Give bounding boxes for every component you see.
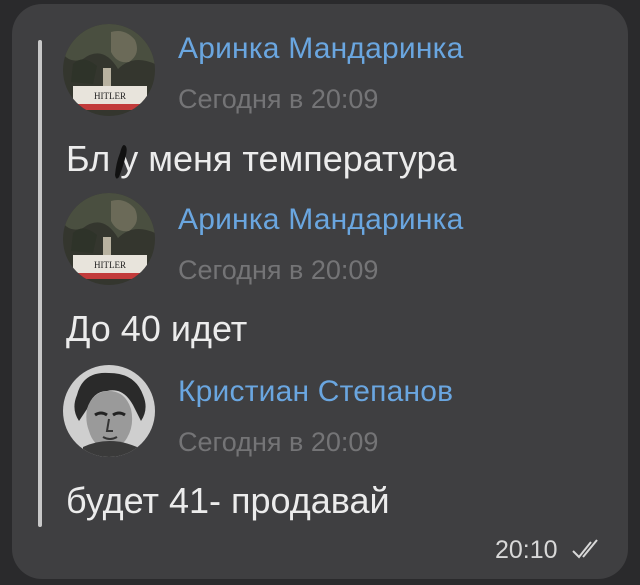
author-name[interactable]: Аринка Мандаринка [178,203,463,237]
avatar-sign-text: HITLER [94,260,126,270]
message-text: будет 41- продавай [66,480,390,521]
scribble-mark [115,145,127,179]
author-name[interactable]: Аринка Мандаринка [178,32,463,66]
message-timestamp: Сегодня в 20:09 [178,427,379,457]
sent-time: 20:10 [495,536,558,564]
message-timestamp: Сегодня в 20:09 [178,84,379,114]
avatar-hitler-sign-icon[interactable]: HITLER [63,193,155,285]
avatar-hitler-sign-icon[interactable]: HITLER [63,24,155,116]
message-timestamp: Сегодня в 20:09 [178,255,379,285]
double-check-icon [572,539,598,559]
author-name[interactable]: Кристиан Степанов [178,375,453,409]
forward-quote-bar [38,40,42,527]
avatar-statue-icon[interactable] [63,365,155,457]
avatar-sign-text: HITLER [94,91,126,101]
message-text: До 40 идет [66,308,248,349]
